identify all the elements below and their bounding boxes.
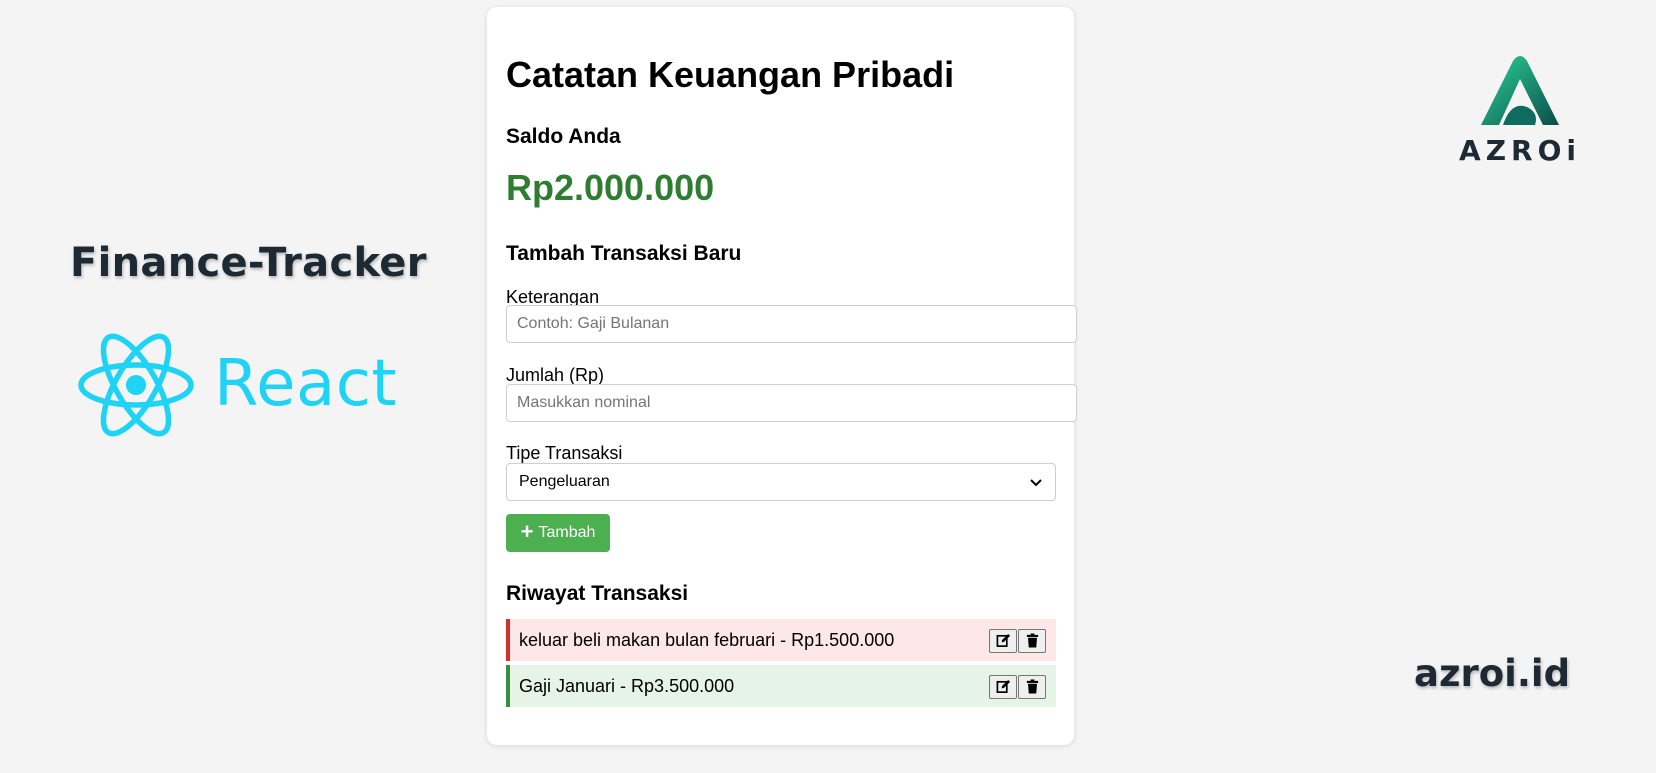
description-input[interactable] <box>506 305 1077 343</box>
edit-button[interactable] <box>989 674 1017 699</box>
history-heading: Riwayat Transaksi <box>506 582 689 605</box>
trash-icon <box>1026 633 1038 648</box>
react-logo-icon <box>78 333 194 437</box>
brand-wordmark: AZROi <box>1459 134 1581 167</box>
trash-icon <box>1026 679 1038 694</box>
transaction-item: Gaji Januari - Rp3.500.000 <box>506 665 1056 707</box>
delete-button[interactable] <box>1018 674 1046 699</box>
promo-title: Finance-Tracker <box>70 240 427 286</box>
transaction-type-select[interactable]: Pengeluaran <box>506 463 1056 501</box>
domain-text: azroi.id <box>1414 652 1571 695</box>
balance-amount: Rp2.000.000 <box>506 167 715 208</box>
edit-icon <box>996 633 1010 647</box>
react-wordmark: React <box>214 347 397 421</box>
type-label: Tipe Transaksi <box>506 443 623 463</box>
add-button-label: Tambah <box>538 524 596 541</box>
transaction-text: Gaji Januari - Rp3.500.000 <box>519 675 735 696</box>
brand-logo: AZROi <box>1455 52 1585 167</box>
amount-input[interactable] <box>506 384 1077 422</box>
transaction-text: keluar beli makan bulan februari - Rp1.5… <box>519 629 895 650</box>
add-transaction-heading: Tambah Transaksi Baru <box>506 242 742 265</box>
amount-label: Jumlah (Rp) <box>506 365 605 385</box>
finance-tracker-card: Catatan Keuangan Pribadi Saldo Anda Rp2.… <box>487 7 1077 745</box>
plus-icon: + <box>520 518 534 544</box>
balance-heading: Saldo Anda <box>506 125 621 148</box>
add-transaction-button[interactable]: + Tambah <box>506 514 610 552</box>
delete-button[interactable] <box>1018 628 1046 653</box>
azroi-logo-icon <box>1481 56 1559 125</box>
transaction-item: keluar beli makan bulan februari - Rp1.5… <box>506 619 1056 661</box>
transaction-type-value: Pengeluaran <box>519 473 610 490</box>
edit-button[interactable] <box>989 628 1017 653</box>
edit-icon <box>996 679 1010 693</box>
chevron-down-icon <box>1030 479 1042 487</box>
page-title: Catatan Keuangan Pribadi <box>506 54 955 95</box>
